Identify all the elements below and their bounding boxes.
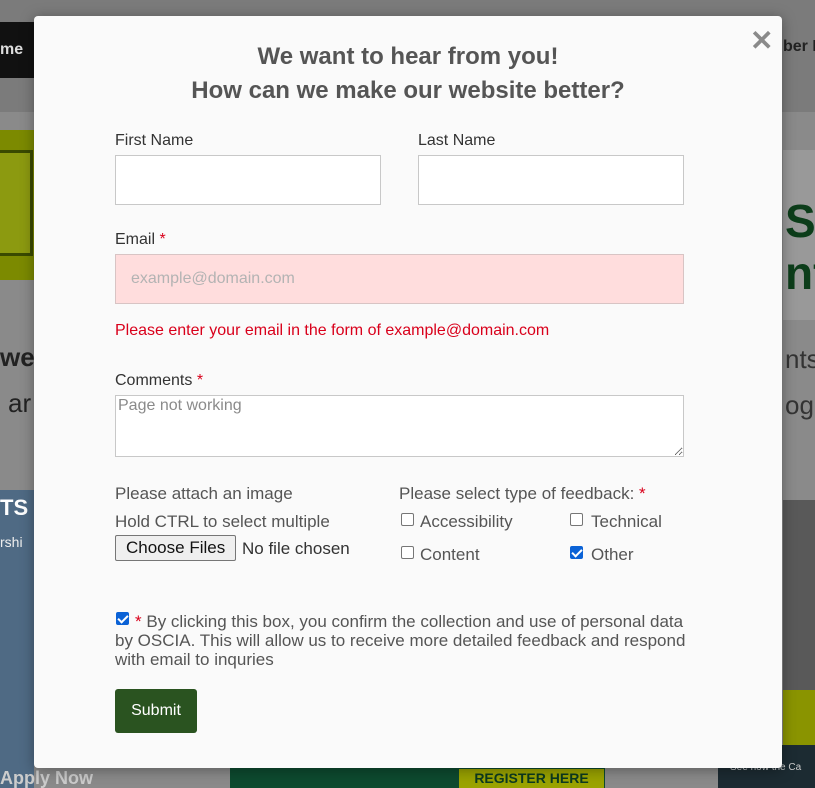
content-checkbox[interactable] — [401, 546, 414, 559]
content-label[interactable]: Content — [420, 545, 480, 565]
last-name-input[interactable] — [418, 155, 684, 205]
consent-text-body: By clicking this box, you confirm the co… — [115, 612, 686, 669]
accessibility-label[interactable]: Accessibility — [420, 512, 513, 532]
technical-label[interactable]: Technical — [591, 512, 662, 532]
background-right-heading: Snt — [785, 195, 815, 299]
no-file-chosen-text: No file chosen — [242, 539, 350, 558]
consent-text: * By clicking this box, you confirm the … — [115, 612, 695, 669]
last-name-label: Last Name — [418, 132, 496, 149]
technical-checkbox[interactable] — [570, 513, 583, 526]
background-logo-mark — [0, 150, 33, 256]
background-text-right-1: nts — [785, 344, 815, 374]
accessibility-checkbox[interactable] — [401, 513, 414, 526]
background-photo-sub: rshi — [0, 534, 23, 550]
choose-files-button[interactable]: Choose Files — [115, 535, 237, 561]
comments-textarea[interactable] — [115, 395, 684, 457]
comments-required-mark: * — [196, 372, 204, 389]
first-name-input[interactable] — [115, 155, 381, 205]
email-label-text: Email — [115, 231, 156, 248]
email-label: Email * — [115, 231, 166, 249]
background-register-button: REGISTER HERE — [459, 769, 604, 788]
consent-required-mark: * — [135, 612, 142, 631]
email-error-message: Please enter your email in the form of e… — [115, 322, 550, 339]
comments-label: Comments * — [115, 372, 203, 390]
feedback-modal: ✕ We want to hear from you! How can we m… — [34, 16, 782, 768]
other-label[interactable]: Other — [591, 545, 634, 565]
feedback-type-label: Please select type of feedback: * — [399, 484, 646, 504]
email-input[interactable] — [115, 254, 684, 304]
first-name-label: First Name — [115, 132, 194, 149]
background-right-ad-green — [783, 690, 815, 745]
background-photo-label: TS — [0, 495, 29, 520]
comments-label-text: Comments — [115, 372, 193, 389]
email-required-mark: * — [159, 231, 166, 248]
background-nav-left-text: me — [0, 41, 24, 58]
background-text-right-2: og — [785, 390, 814, 420]
background-apply-now: Apply Now — [0, 768, 93, 788]
modal-title: We want to hear from you! How can we mak… — [34, 40, 782, 108]
background-text-left-1: we — [0, 342, 35, 372]
feedback-required-mark: * — [639, 484, 646, 503]
feedback-type-label-text: Please select type of feedback: — [399, 484, 635, 503]
other-checkbox[interactable] — [570, 546, 583, 559]
background-text-left-2: ar — [8, 388, 32, 418]
modal-title-line1: We want to hear from you! — [257, 43, 559, 70]
modal-title-line2: How can we make our website better? — [191, 77, 625, 104]
submit-button[interactable]: Submit — [115, 689, 197, 733]
attach-image-label: Please attach an image — [115, 484, 293, 503]
background-nav-right: ber L — [783, 38, 815, 55]
attach-image-hint: Hold CTRL to select multiple — [115, 512, 330, 531]
